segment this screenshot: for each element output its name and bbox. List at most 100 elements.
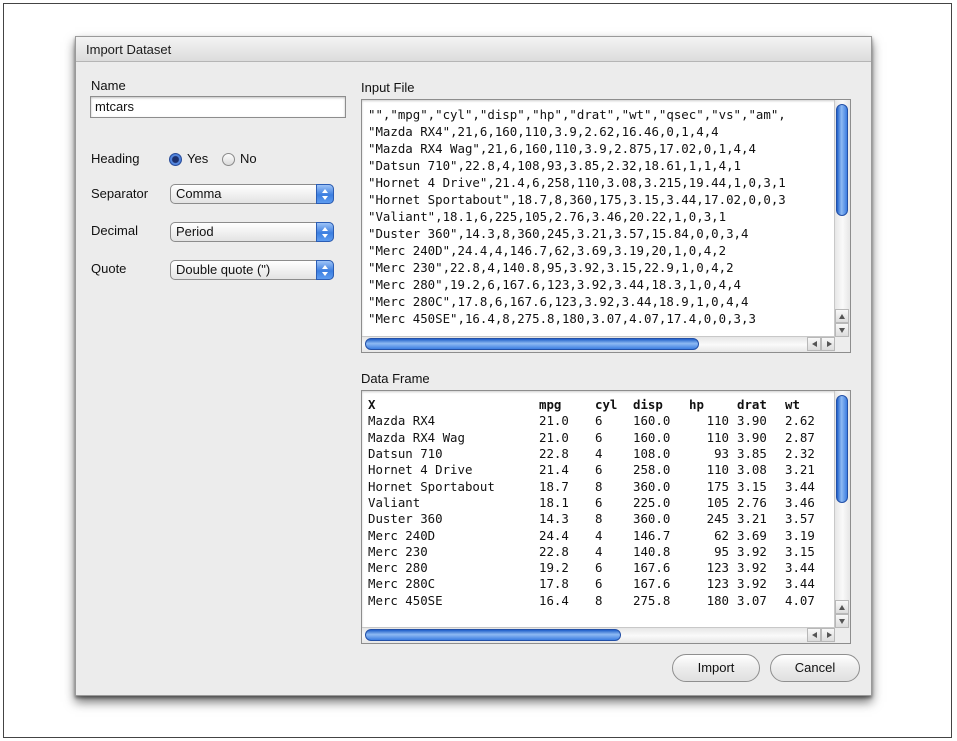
scroll-down-button[interactable] bbox=[835, 614, 849, 628]
decimal-label: Decimal bbox=[91, 223, 138, 238]
table-cell: 2.87 bbox=[785, 429, 815, 445]
table-cell: 24.4 bbox=[539, 527, 569, 543]
table-cell: 3.92 bbox=[737, 543, 767, 559]
table-cell: 105 bbox=[706, 494, 729, 510]
heading-no-label[interactable]: No bbox=[240, 151, 257, 166]
horizontal-scroll-thumb[interactable] bbox=[365, 629, 621, 641]
input-file-horizontal-scrollbar[interactable] bbox=[362, 336, 835, 352]
separator-select[interactable]: Comma bbox=[170, 184, 334, 204]
table-row: Mazda RX4 21.0 6 160.0 110 3.90 2.62 bbox=[368, 413, 825, 429]
table-cell: 4 bbox=[595, 446, 603, 462]
table-cell: 167.6 bbox=[633, 576, 671, 592]
arrow-down-icon bbox=[839, 328, 845, 333]
arrow-up-icon bbox=[839, 605, 845, 610]
scroll-right-button[interactable] bbox=[821, 337, 835, 351]
arrow-left-icon bbox=[812, 632, 817, 638]
table-cell: 3.21 bbox=[737, 511, 767, 527]
heading-label: Heading bbox=[91, 151, 140, 166]
data-frame-preview[interactable]: Xmpg cyl disp hp drat wt Mazda RX4 21.0 6 160.0 1… bbox=[361, 390, 851, 644]
scroll-left-button[interactable] bbox=[807, 337, 821, 351]
table-cell: 22.8 bbox=[539, 543, 569, 559]
table-cell: 3.92 bbox=[737, 560, 767, 576]
table-cell: 4 bbox=[595, 527, 603, 543]
table-cell: Datsun 710 bbox=[368, 446, 443, 462]
table-cell: 3.92 bbox=[737, 576, 767, 592]
import-button[interactable]: Import bbox=[672, 654, 760, 682]
input-file-line: "Duster 360",14.3,8,360,245,3.21,3.57,15… bbox=[368, 226, 749, 241]
scroll-up-button[interactable] bbox=[835, 309, 849, 323]
table-cell: 110 bbox=[706, 429, 729, 445]
table-cell: Mazda RX4 Wag bbox=[368, 429, 465, 445]
table-cell: 8 bbox=[595, 511, 603, 527]
up-down-chevron-icon bbox=[316, 222, 334, 242]
data-frame-body: Mazda RX4 21.0 6 160.0 110 3.90 2.62 Mazda RX4 … bbox=[368, 413, 825, 609]
arrow-right-icon bbox=[827, 341, 832, 347]
table-row: Datsun 710 22.8 4 108.0 93 3.85 2.32 bbox=[368, 446, 825, 462]
table-cell: 167.6 bbox=[633, 560, 671, 576]
window-grip bbox=[478, 30, 508, 42]
table-cell: 140.8 bbox=[633, 543, 671, 559]
input-file-line: "Merc 450SE",16.4,8,275.8,180,3.07,4.07,… bbox=[368, 311, 756, 326]
table-cell: 6 bbox=[595, 413, 603, 429]
input-file-textbox[interactable]: "","mpg","cyl","disp","hp","drat","wt","… bbox=[361, 99, 851, 353]
radio-selected-icon[interactable] bbox=[169, 153, 182, 166]
table-row: Merc 230 22.8 4 140.8 95 3.92 3.15 bbox=[368, 544, 825, 560]
scroll-left-button[interactable] bbox=[807, 628, 821, 642]
table-cell: 3.07 bbox=[737, 592, 767, 608]
table-cell: 2.76 bbox=[737, 494, 767, 510]
table-cell: 2.62 bbox=[785, 413, 815, 429]
table-cell: 123 bbox=[706, 560, 729, 576]
input-file-label: Input File bbox=[361, 80, 415, 95]
table-cell: 6 bbox=[595, 429, 603, 445]
input-file-vertical-scrollbar[interactable] bbox=[834, 100, 850, 337]
dialog-titlebar[interactable]: Import Dataset bbox=[76, 37, 871, 62]
heading-yes-label[interactable]: Yes bbox=[187, 151, 208, 166]
table-row: Valiant 18.1 6 225.0 105 2.76 3.46 bbox=[368, 495, 825, 511]
radio-unselected-icon[interactable] bbox=[222, 153, 235, 166]
input-file-line: "Merc 240D",24.4,4,146.7,62,3.69,3.19,20… bbox=[368, 243, 727, 258]
table-cell: 108.0 bbox=[633, 446, 671, 462]
table-cell: 110 bbox=[706, 413, 729, 429]
table-cell: 4 bbox=[595, 543, 603, 559]
name-input[interactable]: mtcars bbox=[90, 96, 346, 118]
table-cell: 18.1 bbox=[539, 494, 569, 510]
scroll-up-button[interactable] bbox=[835, 600, 849, 614]
column-header: drat bbox=[737, 397, 767, 413]
input-file-line: "Merc 280",19.2,6,167.6,123,3.92,3.44,18… bbox=[368, 277, 741, 292]
table-cell: 160.0 bbox=[633, 429, 671, 445]
table-cell: 3.90 bbox=[737, 413, 767, 429]
decimal-select[interactable]: Period bbox=[170, 222, 334, 242]
table-cell: Merc 450SE bbox=[368, 592, 443, 608]
table-cell: 3.15 bbox=[737, 478, 767, 494]
table-cell: 17.8 bbox=[539, 576, 569, 592]
data-frame-horizontal-scrollbar[interactable] bbox=[362, 627, 835, 643]
data-frame-vertical-scrollbar[interactable] bbox=[834, 391, 850, 628]
table-cell: 14.3 bbox=[539, 511, 569, 527]
table-cell: 360.0 bbox=[633, 478, 671, 494]
input-file-line: "Mazda RX4",21,6,160,110,3.9,2.62,16.46,… bbox=[368, 124, 719, 139]
cancel-button[interactable]: Cancel bbox=[770, 654, 860, 682]
scroll-down-button[interactable] bbox=[835, 323, 849, 337]
vertical-scroll-thumb[interactable] bbox=[836, 395, 848, 503]
scroll-corner bbox=[835, 628, 850, 643]
separator-label: Separator bbox=[91, 186, 149, 201]
table-cell: 22.8 bbox=[539, 446, 569, 462]
table-cell: 3.90 bbox=[737, 429, 767, 445]
vertical-scroll-thumb[interactable] bbox=[836, 104, 848, 216]
table-row: Hornet Sportabout 18.7 8 360.0 175 3.15 3.44 bbox=[368, 478, 825, 494]
table-cell: 3.85 bbox=[737, 446, 767, 462]
table-cell: 21.4 bbox=[539, 462, 569, 478]
quote-select[interactable]: Double quote (") bbox=[170, 260, 334, 280]
table-cell: 21.0 bbox=[539, 413, 569, 429]
table-cell: 21.0 bbox=[539, 429, 569, 445]
horizontal-scroll-thumb[interactable] bbox=[365, 338, 699, 350]
scroll-corner bbox=[835, 337, 850, 352]
table-cell: 4.07 bbox=[785, 592, 815, 608]
table-cell: 62 bbox=[714, 527, 729, 543]
arrow-right-icon bbox=[827, 632, 832, 638]
table-row: Merc 280C 17.8 6 167.6 123 3.92 3.44 bbox=[368, 576, 825, 592]
table-row: Duster 360 14.3 8 360.0 245 3.21 3.57 bbox=[368, 511, 825, 527]
scroll-right-button[interactable] bbox=[821, 628, 835, 642]
column-header: mpg bbox=[539, 397, 562, 413]
input-file-line: "Hornet Sportabout",18.7,8,360,175,3.15,… bbox=[368, 192, 786, 207]
